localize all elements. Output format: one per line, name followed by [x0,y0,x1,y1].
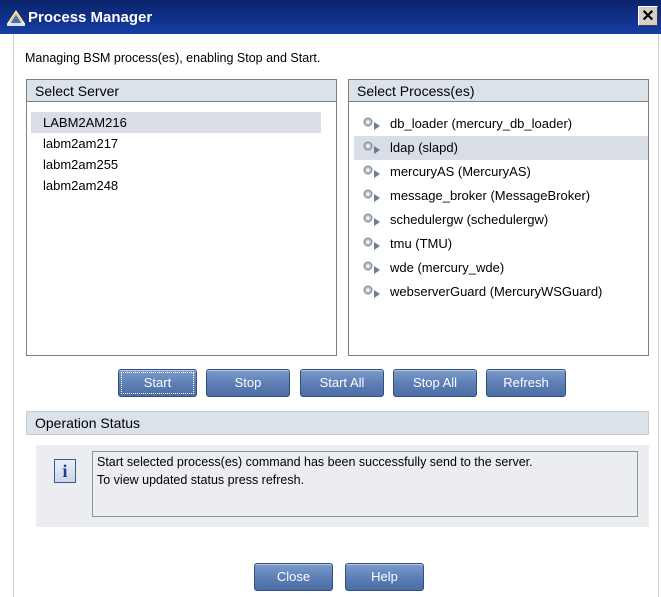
process-item-label: mercuryAS (MercuryAS) [390,164,531,179]
process-manager-window: Process Manager ✕ Managing BSM process(e… [0,0,661,597]
process-item-label: db_loader (mercury_db_loader) [390,116,573,131]
stop-button[interactable]: Stop [206,369,290,397]
operation-status-header: Operation Status [26,411,649,435]
server-panel-header: Select Server [27,80,336,102]
process-item-label: ldap (slapd) [390,140,458,155]
process-list[interactable]: db_loader (mercury_db_loader)ldap (slapd… [349,102,648,304]
server-item[interactable]: labm2am255 [31,154,321,175]
process-item-label: tmu (TMU) [390,236,453,251]
gear-process-icon [363,141,380,154]
gear-process-icon [363,237,380,250]
server-item[interactable]: LABM2AM216 [31,112,321,133]
help-button[interactable]: Help [345,563,424,591]
gear-process-icon [363,285,380,298]
dialog-description: Managing BSM process(es), enabling Stop … [25,51,321,65]
status-message-line: To view updated status press refresh. [97,473,305,487]
process-item[interactable]: webserverGuard (MercuryWSGuard) [354,280,648,304]
right-border [658,34,659,597]
server-list[interactable]: LABM2AM216 labm2am217 labm2am255 labm2am… [27,102,336,196]
gear-process-icon [363,261,380,274]
server-item[interactable]: labm2am217 [31,133,321,154]
process-item-label: wde (mercury_wde) [390,260,505,275]
process-panel: Select Process(es) db_loader (mercury_db… [348,79,649,356]
close-button[interactable]: Close [254,563,333,591]
server-panel: Select Server LABM2AM216 labm2am217 labm… [26,79,337,356]
stop-all-button[interactable]: Stop All [393,369,477,397]
close-window-icon[interactable]: ✕ [638,6,658,26]
process-item[interactable]: message_broker (MessageBroker) [354,184,648,208]
info-icon: i [54,459,76,483]
window-title: Process Manager [28,9,153,26]
server-item[interactable]: labm2am248 [31,175,321,196]
process-item[interactable]: schedulergw (schedulergw) [354,208,648,232]
process-item-label: schedulergw (schedulergw) [390,212,549,227]
process-panel-header: Select Process(es) [349,80,648,102]
app-icon [7,10,25,26]
title-bar[interactable]: Process Manager ✕ [0,0,661,34]
start-all-button[interactable]: Start All [300,369,384,397]
operation-status-box: i Start selected process(es) command has… [36,445,649,527]
process-item[interactable]: ldap (slapd) [354,136,648,160]
gear-process-icon [363,165,380,178]
status-message-line: Start selected process(es) command has b… [97,455,533,469]
process-item-label: webserverGuard (MercuryWSGuard) [390,284,603,299]
status-message: Start selected process(es) command has b… [92,451,638,517]
left-border [13,34,14,597]
process-item[interactable]: db_loader (mercury_db_loader) [354,112,648,136]
gear-process-icon [363,117,380,130]
gear-process-icon [363,189,380,202]
process-item[interactable]: wde (mercury_wde) [354,256,648,280]
refresh-button[interactable]: Refresh [486,369,566,397]
start-button[interactable]: Start [118,369,197,397]
process-item[interactable]: tmu (TMU) [354,232,648,256]
gear-process-icon [363,213,380,226]
process-item[interactable]: mercuryAS (MercuryAS) [354,160,648,184]
process-item-label: message_broker (MessageBroker) [390,188,591,203]
